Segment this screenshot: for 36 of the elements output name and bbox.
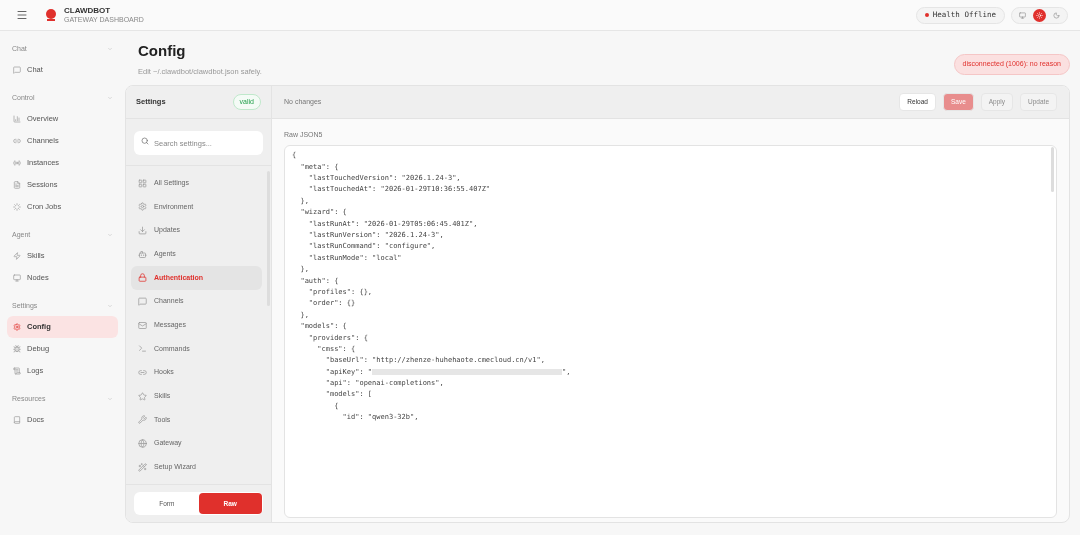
document-icon — [13, 181, 21, 189]
monitor-icon — [13, 274, 21, 282]
globe-icon — [138, 439, 147, 449]
radio-icon — [13, 159, 21, 167]
download-icon — [138, 225, 147, 235]
settings-icon — [13, 323, 21, 331]
robot-icon — [138, 249, 147, 259]
theme-button[interactable] — [1033, 8, 1046, 22]
monitor-icon — [1019, 11, 1026, 19]
wand-icon — [138, 462, 147, 472]
sun-icon — [1036, 11, 1043, 19]
loader-icon — [13, 203, 21, 211]
star-icon — [138, 391, 147, 401]
chat-bubble-icon — [138, 297, 147, 307]
book-icon — [13, 416, 21, 424]
link-icon — [13, 137, 21, 145]
chat-bubble-icon — [13, 66, 21, 74]
code-editor[interactable] — [284, 145, 1057, 518]
bar-chart-icon — [13, 115, 21, 123]
lightning-icon — [13, 252, 21, 260]
bug-icon — [13, 345, 21, 353]
scrollbar-thumb[interactable] — [1051, 147, 1054, 193]
brand-title: CLAWDBOT — [64, 7, 112, 15]
grid-icon — [138, 178, 147, 188]
search-icon — [141, 136, 149, 145]
moon-icon — [1053, 11, 1060, 19]
terminal-icon — [138, 344, 147, 354]
menu-icon[interactable] — [16, 9, 28, 21]
wrench-icon — [138, 415, 147, 425]
mail-icon — [138, 320, 147, 330]
settings-icon — [138, 202, 147, 212]
lock-icon — [138, 273, 147, 283]
redaction-blur-icon — [372, 368, 563, 377]
page-title: Config — [138, 41, 187, 61]
scroll-icon — [13, 367, 21, 375]
link-icon — [138, 368, 147, 378]
